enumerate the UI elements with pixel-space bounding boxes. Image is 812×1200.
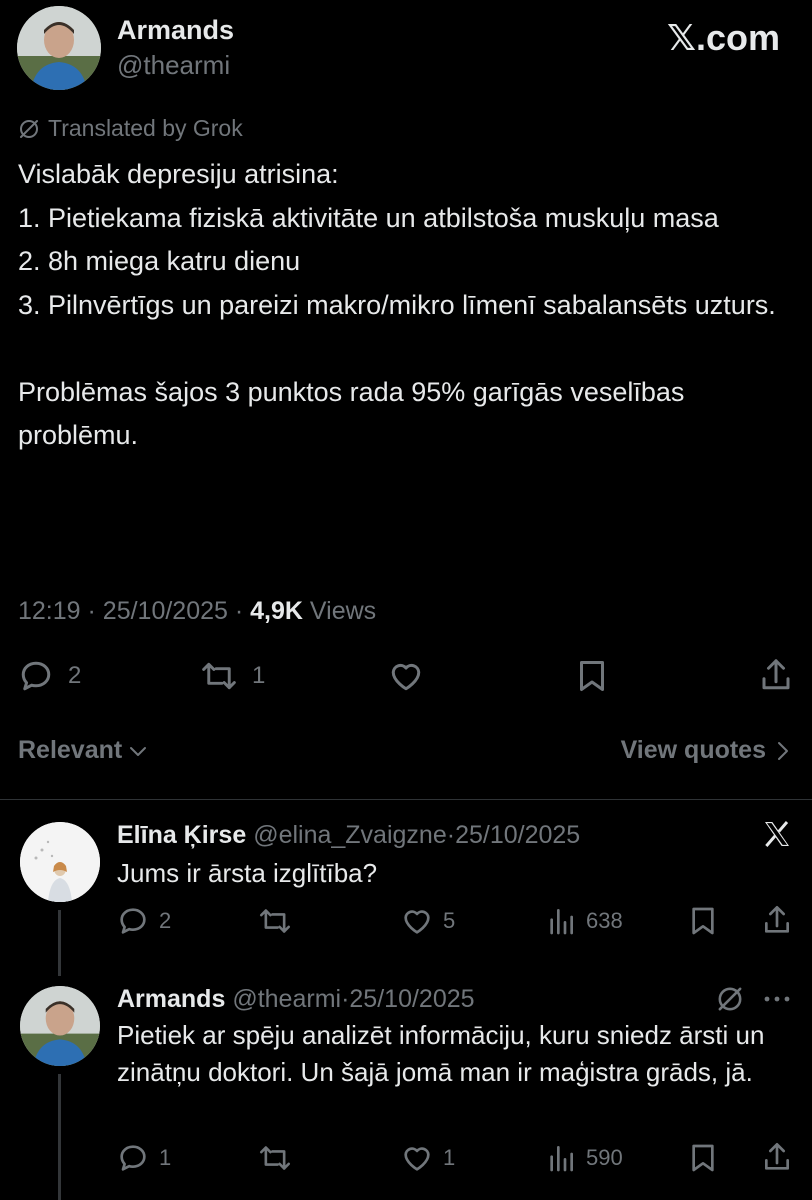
reply-2-views-button[interactable]: 590 bbox=[546, 1142, 623, 1174]
chevron-down-icon bbox=[130, 746, 147, 756]
reply-author-avatar[interactable] bbox=[20, 986, 100, 1066]
reply-1-bookmark-button[interactable] bbox=[688, 905, 718, 937]
post-time[interactable]: 12:19 bbox=[18, 597, 81, 625]
reply-1-views-button[interactable]: 638 bbox=[546, 905, 623, 937]
reply-1-like-button[interactable]: 5 bbox=[401, 905, 455, 937]
views-icon bbox=[550, 909, 574, 935]
reply-2-reply-button[interactable]: 1 bbox=[117, 1142, 171, 1174]
main-bookmark-button[interactable] bbox=[575, 658, 609, 694]
reply-2-grok-translate-button[interactable] bbox=[716, 985, 744, 1018]
share-icon bbox=[765, 1143, 789, 1170]
reply-icon bbox=[120, 908, 146, 934]
like-count: 5 bbox=[443, 908, 456, 933]
main-like-button[interactable] bbox=[388, 658, 424, 694]
reply-author-name[interactable]: Elīna Ķirse bbox=[117, 821, 246, 849]
like-icon bbox=[391, 663, 421, 691]
like-icon bbox=[404, 1147, 430, 1171]
view-quotes-label: View quotes bbox=[620, 736, 766, 764]
translated-label: Translated by Grok bbox=[48, 115, 243, 141]
like-count: 1 bbox=[443, 1145, 456, 1170]
views-label: Views bbox=[309, 597, 377, 625]
reply-count: 2 bbox=[68, 662, 82, 689]
reply-2-like-button[interactable]: 1 bbox=[401, 1142, 455, 1174]
main-reply-button[interactable]: 2 bbox=[18, 658, 81, 694]
sort-relevant-dropdown[interactable]: Relevant bbox=[18, 736, 148, 765]
main-author-avatar[interactable] bbox=[17, 6, 101, 90]
thread-line bbox=[58, 1074, 61, 1200]
main-share-button[interactable] bbox=[758, 656, 794, 694]
reply-count: 1 bbox=[159, 1145, 172, 1170]
reply-author-handle[interactable]: @elina_Zvaigzne bbox=[253, 821, 447, 849]
reply-text: Jums ir ārsta izglītība? bbox=[117, 858, 378, 888]
reply-author-avatar[interactable] bbox=[20, 822, 100, 902]
chevron-right-icon bbox=[778, 741, 788, 760]
bookmark-icon bbox=[580, 661, 604, 691]
reply-icon bbox=[120, 1145, 146, 1171]
post-date[interactable]: 25/10/2025 bbox=[103, 597, 228, 625]
grok-translate-icon bbox=[718, 987, 742, 1011]
bookmark-icon bbox=[692, 1144, 714, 1172]
reply-author-handle[interactable]: @thearmi bbox=[232, 985, 341, 1013]
reply-icon bbox=[21, 661, 51, 691]
reply-author-name[interactable]: Armands bbox=[117, 985, 225, 1013]
meta-separator: · bbox=[234, 597, 244, 625]
avatar-image bbox=[20, 986, 100, 1066]
views-icon bbox=[550, 1146, 574, 1172]
repost-icon bbox=[202, 662, 236, 690]
repost-icon bbox=[259, 909, 291, 933]
reply-1-header: Elīna Ķirse @elina_Zvaigzne·25/10/2025 bbox=[117, 818, 580, 852]
x-logo-icon bbox=[761, 818, 793, 855]
reply-2-more-button[interactable] bbox=[762, 985, 792, 1018]
reply-1-reply-button[interactable]: 2 bbox=[117, 905, 171, 937]
grok-translate-icon bbox=[20, 119, 38, 138]
share-icon bbox=[762, 659, 790, 690]
views-count: 4,9K bbox=[250, 597, 303, 625]
reply-2-bookmark-button[interactable] bbox=[688, 1142, 718, 1174]
sort-label: Relevant bbox=[18, 736, 123, 764]
reply-2-share-button[interactable] bbox=[761, 1140, 793, 1174]
repost-icon bbox=[259, 1146, 291, 1170]
bookmark-icon bbox=[692, 907, 714, 935]
meta-separator: · bbox=[87, 597, 96, 625]
more-icon bbox=[764, 996, 790, 1002]
section-divider bbox=[0, 799, 812, 800]
avatar-image bbox=[20, 822, 100, 902]
views-count: 638 bbox=[586, 908, 623, 933]
meta-separator: · bbox=[446, 821, 456, 849]
reply-1-repost-button[interactable] bbox=[258, 905, 292, 937]
reply-2-repost-button[interactable] bbox=[258, 1142, 292, 1174]
x-watermark: 𝕏.com bbox=[666, 17, 780, 58]
share-icon bbox=[765, 906, 789, 933]
reply-2-header: Armands @thearmi·25/10/2025 bbox=[117, 982, 475, 1016]
reply-1-share-button[interactable] bbox=[761, 903, 793, 937]
reply-text: Pietiek ar spēju analizēt informāciju, k… bbox=[117, 1020, 772, 1087]
reply-date[interactable]: 25/10/2025 bbox=[455, 821, 580, 849]
thread-line bbox=[58, 910, 61, 976]
views-count: 590 bbox=[586, 1145, 623, 1170]
post-meta: 12:19 · 25/10/2025 · 4,9K Views bbox=[18, 594, 376, 628]
main-repost-button[interactable]: 1 bbox=[200, 658, 265, 694]
view-quotes-link[interactable]: View quotes bbox=[621, 736, 790, 765]
main-author-handle[interactable]: @thearmi bbox=[117, 49, 230, 81]
main-post-text: Vislabāk depresiju atrisina: 1. Pietieka… bbox=[18, 159, 776, 450]
repost-count: 1 bbox=[252, 662, 266, 689]
main-author-name[interactable]: Armands bbox=[117, 14, 234, 46]
translated-by-grok[interactable]: Translated by Grok bbox=[18, 115, 243, 142]
reply-count: 2 bbox=[159, 908, 172, 933]
avatar-image bbox=[17, 6, 101, 90]
reply-date[interactable]: 25/10/2025 bbox=[349, 985, 474, 1013]
like-icon bbox=[404, 910, 430, 934]
